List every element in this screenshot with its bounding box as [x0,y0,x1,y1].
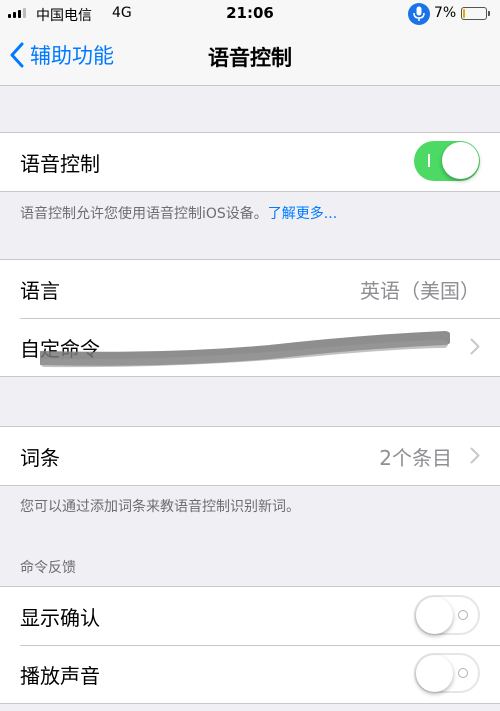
vocabulary-group: 词条 2个条目 [0,426,500,486]
toggle-on-mark [428,154,430,167]
command-feedback-group: 显示确认 播放声音 [0,586,500,704]
vocabulary-value: 2个条目 [379,446,452,470]
page-title: 语音控制 [208,46,292,70]
language-row[interactable]: 语言 英语（美国） [0,260,500,318]
voice-control-row: 语音控制 [0,133,500,191]
voice-control-footer: 语音控制允许您使用语音控制iOS设备。了解更多... [20,203,480,223]
toggle-off-mark [458,668,468,678]
navigation-bar: 辅助功能 语音控制 [0,28,500,86]
voice-control-toggle[interactable] [414,141,480,181]
chevron-right-icon [470,447,480,464]
command-feedback-header: 命令反馈 [20,560,76,576]
vocabulary-footer: 您可以通过添加词条来教语音控制识别新词。 [20,499,300,515]
vocabulary-row[interactable]: 词条 2个条目 [0,427,500,485]
voice-control-footer-text: 语音控制允许您使用语音控制iOS设备。 [20,206,268,222]
voice-control-label: 语音控制 [20,152,100,176]
toggle-knob [442,142,479,179]
toggle-off-mark [458,610,468,620]
battery-fill [463,9,465,18]
language-label: 语言 [20,279,60,303]
vocabulary-label: 词条 [20,446,60,470]
microphone-icon [408,3,430,25]
play-sound-toggle[interactable] [414,653,480,693]
play-sound-row: 播放声音 [0,645,500,703]
show-confirmation-row: 显示确认 [0,587,500,645]
redaction-scribble [40,331,450,368]
show-confirmation-label: 显示确认 [20,606,100,630]
battery-percent: 7% [434,5,457,21]
status-bar: 中国电信 4G 21:06 7% [0,0,500,28]
toggle-knob [416,655,453,692]
toggle-knob [416,597,453,634]
chevron-right-icon [470,338,480,355]
voice-control-group: 语音控制 [0,132,500,192]
play-sound-label: 播放声音 [20,664,100,688]
battery-icon [461,7,487,20]
language-value: 英语（美国） [360,279,480,303]
battery-tip [488,11,490,16]
learn-more-link[interactable]: 了解更多... [268,206,337,222]
show-confirmation-toggle[interactable] [414,595,480,635]
